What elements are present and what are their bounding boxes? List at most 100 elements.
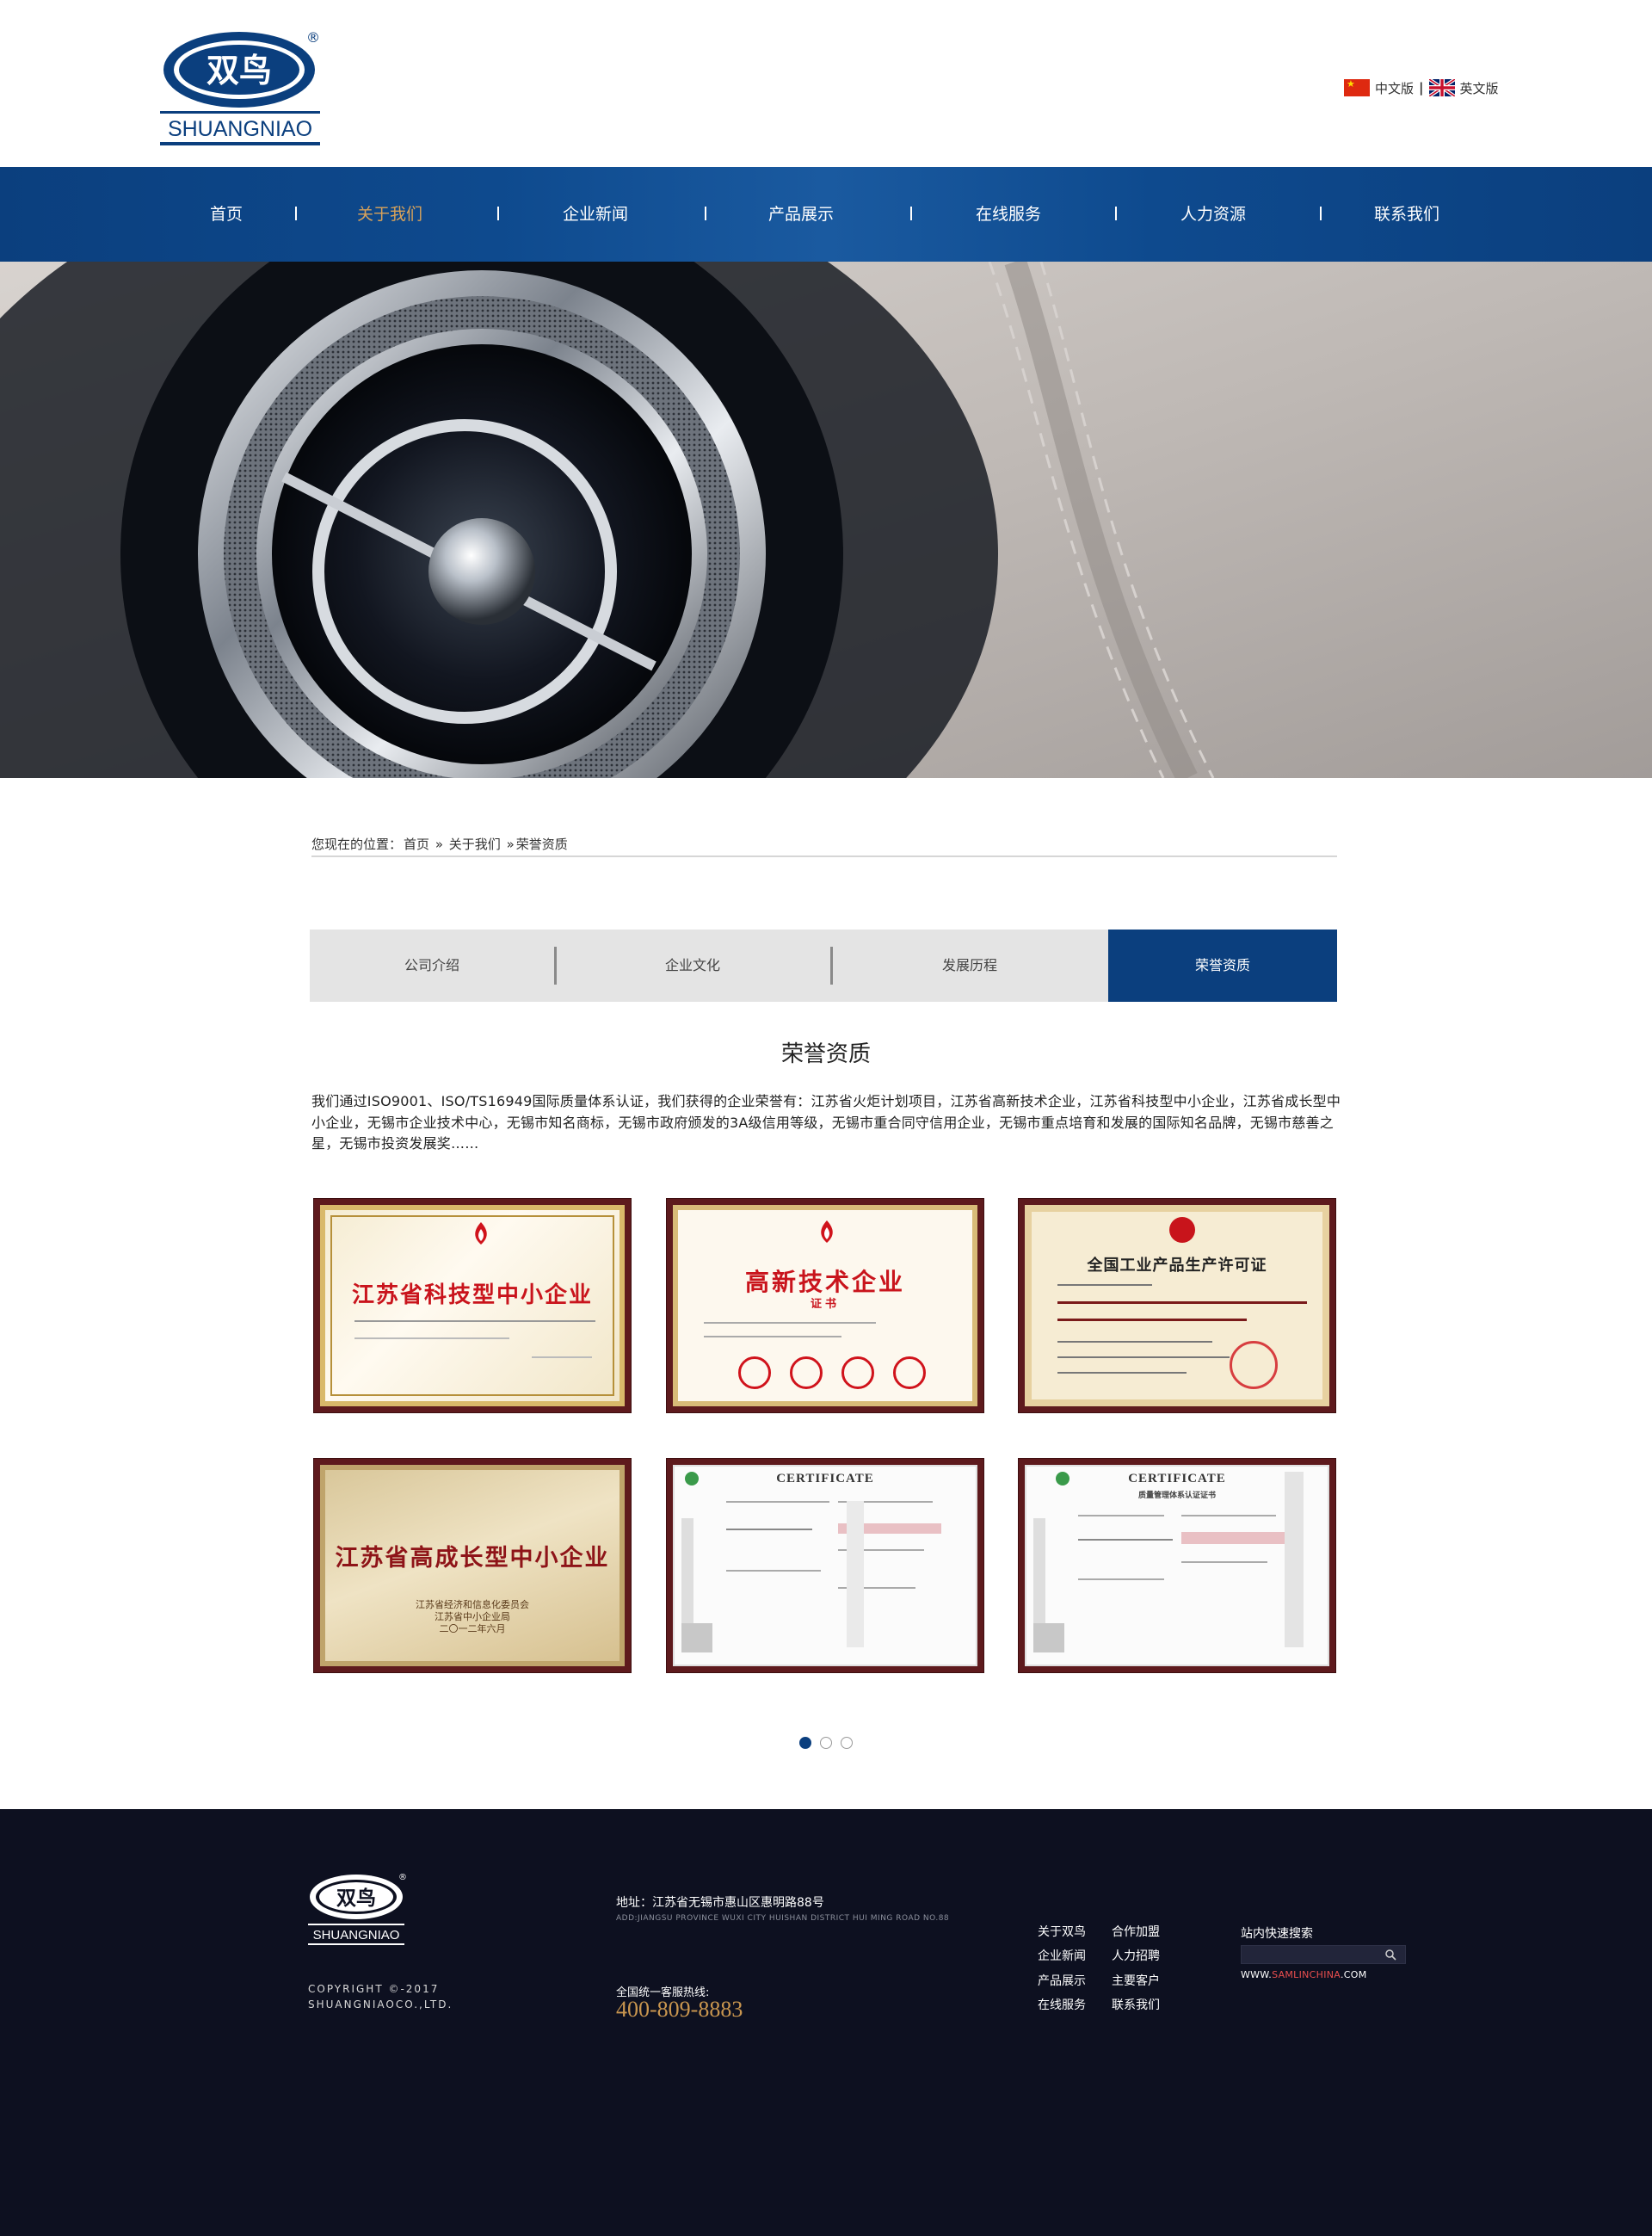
certificate-card[interactable]: 全国工业产品生产许可证: [1018, 1198, 1336, 1413]
certificate-image: CERTIFICATE 质量管理体系认证证书: [1025, 1465, 1329, 1666]
nav-item-about[interactable]: 关于我们: [347, 167, 433, 262]
q-mark-icon: [681, 1623, 712, 1652]
section-intro-text: 我们通过ISO9001、ISO/TS16949国际质量体系认证，我们获得的企业荣…: [311, 1093, 1341, 1152]
footer-link-recruit[interactable]: 人力招聘: [1112, 1947, 1160, 1964]
certificate-image: 江苏省科技型中小企业: [320, 1205, 625, 1406]
tab-corporate-culture[interactable]: 企业文化: [554, 930, 831, 1002]
certificate-image: 全国工业产品生产许可证: [1025, 1205, 1329, 1406]
nav-item-news[interactable]: 企业新闻: [552, 167, 638, 262]
certificate-card[interactable]: 江苏省高成长型中小企业 江苏省经济和信息化委员会 江苏省中小企业局 二〇一二年六…: [313, 1458, 632, 1673]
breadcrumb-home-link[interactable]: 首页: [404, 837, 429, 852]
national-emblem-icon: [1169, 1217, 1195, 1243]
certificate-card[interactable]: CERTIFICATE: [666, 1458, 984, 1673]
footer-address: 地址：江苏省无锡市惠山区惠明路88号: [616, 1896, 824, 1910]
footer-website-link[interactable]: WWW.SAMLINCHINA.COM: [1241, 1969, 1366, 1980]
q-mark-icon: [1033, 1623, 1064, 1652]
nav-separator: [1320, 207, 1322, 220]
certificate-image: CERTIFICATE: [673, 1465, 977, 1666]
certificate-subtitle: 证书: [810, 1298, 840, 1311]
footer-search-label: 站内快速搜索: [1241, 1927, 1313, 1941]
footer-hotline-number: 400-809-8883: [616, 1997, 743, 2022]
certificate-title: 江苏省科技型中小企业: [351, 1282, 593, 1308]
footer-copyright: COPYRIGHT ©-2017 SHUANGNIAOCO.,LTD.: [308, 1983, 453, 2011]
tab-company-intro[interactable]: 公司介绍: [310, 930, 554, 1002]
nav-separator: [497, 207, 499, 220]
certificate-subtitle: 质量管理体系认证证书: [1137, 1492, 1216, 1500]
nav-item-contact[interactable]: 联系我们: [1364, 167, 1450, 262]
uk-flag-icon: [1428, 79, 1455, 96]
search-icon[interactable]: [1384, 1949, 1396, 1961]
torch-emblem-icon: [821, 1220, 833, 1243]
about-subnav-tabs: 公司介绍 企业文化 发展历程 荣誉资质: [310, 930, 1337, 1002]
pager-dot[interactable]: [820, 1737, 832, 1749]
footer-link-franchise[interactable]: 合作加盟: [1112, 1923, 1160, 1940]
site-header: 双鸟 ® SHUANGNIAO 中文版 | 英文版: [0, 0, 1652, 167]
certificate-image: 江苏省高成长型中小企业 江苏省经济和信息化委员会 江苏省中小企业局 二〇一二年六…: [320, 1465, 625, 1666]
red-seal-icon: [790, 1356, 823, 1389]
breadcrumb-separator: »: [435, 837, 443, 852]
certificate-card[interactable]: 高新技术企业 证书: [666, 1198, 984, 1413]
certificate-title: CERTIFICATE: [1128, 1472, 1226, 1486]
language-switcher: 中文版 | 英文版: [1344, 78, 1499, 97]
red-seal-icon: [841, 1356, 874, 1389]
logo-cn-text: 双鸟: [206, 52, 272, 90]
section-title: 荣誉资质: [780, 1041, 871, 1067]
pager-dot[interactable]: [799, 1737, 811, 1749]
breadcrumb-separator: »: [506, 837, 515, 852]
footer-link-news[interactable]: 企业新闻: [1038, 1947, 1086, 1964]
footer-link-clients[interactable]: 主要客户: [1112, 1972, 1160, 1989]
certificate-card[interactable]: 江苏省科技型中小企业: [313, 1198, 632, 1413]
tab-history[interactable]: 发展历程: [831, 930, 1108, 1002]
breadcrumb-parent-link[interactable]: 关于我们: [449, 837, 501, 852]
footer-link-products[interactable]: 产品展示: [1038, 1972, 1086, 1989]
lang-separator: |: [1419, 80, 1424, 96]
nav-item-products[interactable]: 产品展示: [758, 167, 844, 262]
lang-cn-link[interactable]: 中文版: [1375, 79, 1414, 97]
footer-link-service[interactable]: 在线服务: [1038, 1996, 1086, 2013]
pager-dot[interactable]: [841, 1737, 853, 1749]
main-nav: 首页 关于我们 企业新闻 产品展示 在线服务 人力资源 联系我们: [0, 167, 1652, 262]
breadcrumb-current: 荣誉资质: [515, 837, 568, 852]
nav-item-home[interactable]: 首页: [183, 167, 269, 262]
footer-link-about[interactable]: 关于双鸟: [1038, 1923, 1086, 1940]
nav-item-service[interactable]: 在线服务: [965, 167, 1051, 262]
nav-separator: [705, 207, 706, 220]
torch-emblem-icon: [475, 1222, 487, 1245]
carousel-pager: [799, 1737, 853, 1749]
tab-honors[interactable]: 荣誉资质: [1108, 930, 1337, 1002]
certificate-title: 江苏省高成长型中小企业: [335, 1545, 610, 1572]
certificate-card[interactable]: CERTIFICATE 质量管理体系认证证书: [1018, 1458, 1336, 1673]
footer-logo[interactable]: 双鸟 ® SHUANGNIAO: [308, 1871, 408, 1949]
tab-separator: [554, 947, 557, 985]
shuangniao-logo[interactable]: 双鸟 ® SHUANGNIAO: [160, 28, 320, 149]
certificate-title: 高新技术企业: [744, 1268, 905, 1296]
lang-en-link[interactable]: 英文版: [1460, 79, 1499, 97]
red-seal-icon: [1230, 1341, 1278, 1389]
breadcrumb: 您现在的位置： 首页 » 关于我们 » 荣誉资质: [311, 835, 1337, 857]
svg-text:双鸟: 双鸟: [336, 1887, 376, 1910]
logo-en-text: SHUANGNIAO: [168, 117, 312, 141]
tab-separator: [830, 947, 833, 985]
hero-banner: [0, 262, 1652, 778]
car-air-vent-image: [0, 262, 1652, 778]
svg-text:SHUANGNIAO: SHUANGNIAO: [313, 1928, 400, 1943]
certificate-image: 高新技术企业 证书: [673, 1205, 977, 1406]
red-seal-icon: [893, 1356, 926, 1389]
nav-item-hr[interactable]: 人力资源: [1170, 167, 1256, 262]
footer-address-en: ADD:JIANGSU PROVINCE WUXI CITY HUISHAN D…: [616, 1914, 950, 1923]
breadcrumb-prefix: 您现在的位置：: [311, 837, 403, 852]
certificate-title: 全国工业产品生产许可证: [1087, 1257, 1267, 1275]
red-seal-icon: [738, 1356, 771, 1389]
china-flag-icon: [1344, 79, 1370, 96]
footer-search-box: [1241, 1945, 1406, 1964]
site-footer: 双鸟 ® SHUANGNIAO COPYRIGHT ©-2017 SHUANGN…: [0, 1809, 1652, 2236]
certificate-issuer: 江苏省经济和信息化委员会 江苏省中小企业局 二〇一二年六月: [416, 1599, 529, 1634]
svg-text:®: ®: [398, 1873, 407, 1882]
nav-separator: [910, 207, 912, 220]
svg-text:®: ®: [306, 29, 320, 46]
footer-search-input[interactable]: [1245, 1948, 1374, 1961]
footer-link-contact[interactable]: 联系我们: [1112, 1996, 1160, 2013]
nav-separator: [1115, 207, 1117, 220]
certificate-title: CERTIFICATE: [776, 1472, 874, 1486]
nav-separator: [295, 207, 297, 220]
